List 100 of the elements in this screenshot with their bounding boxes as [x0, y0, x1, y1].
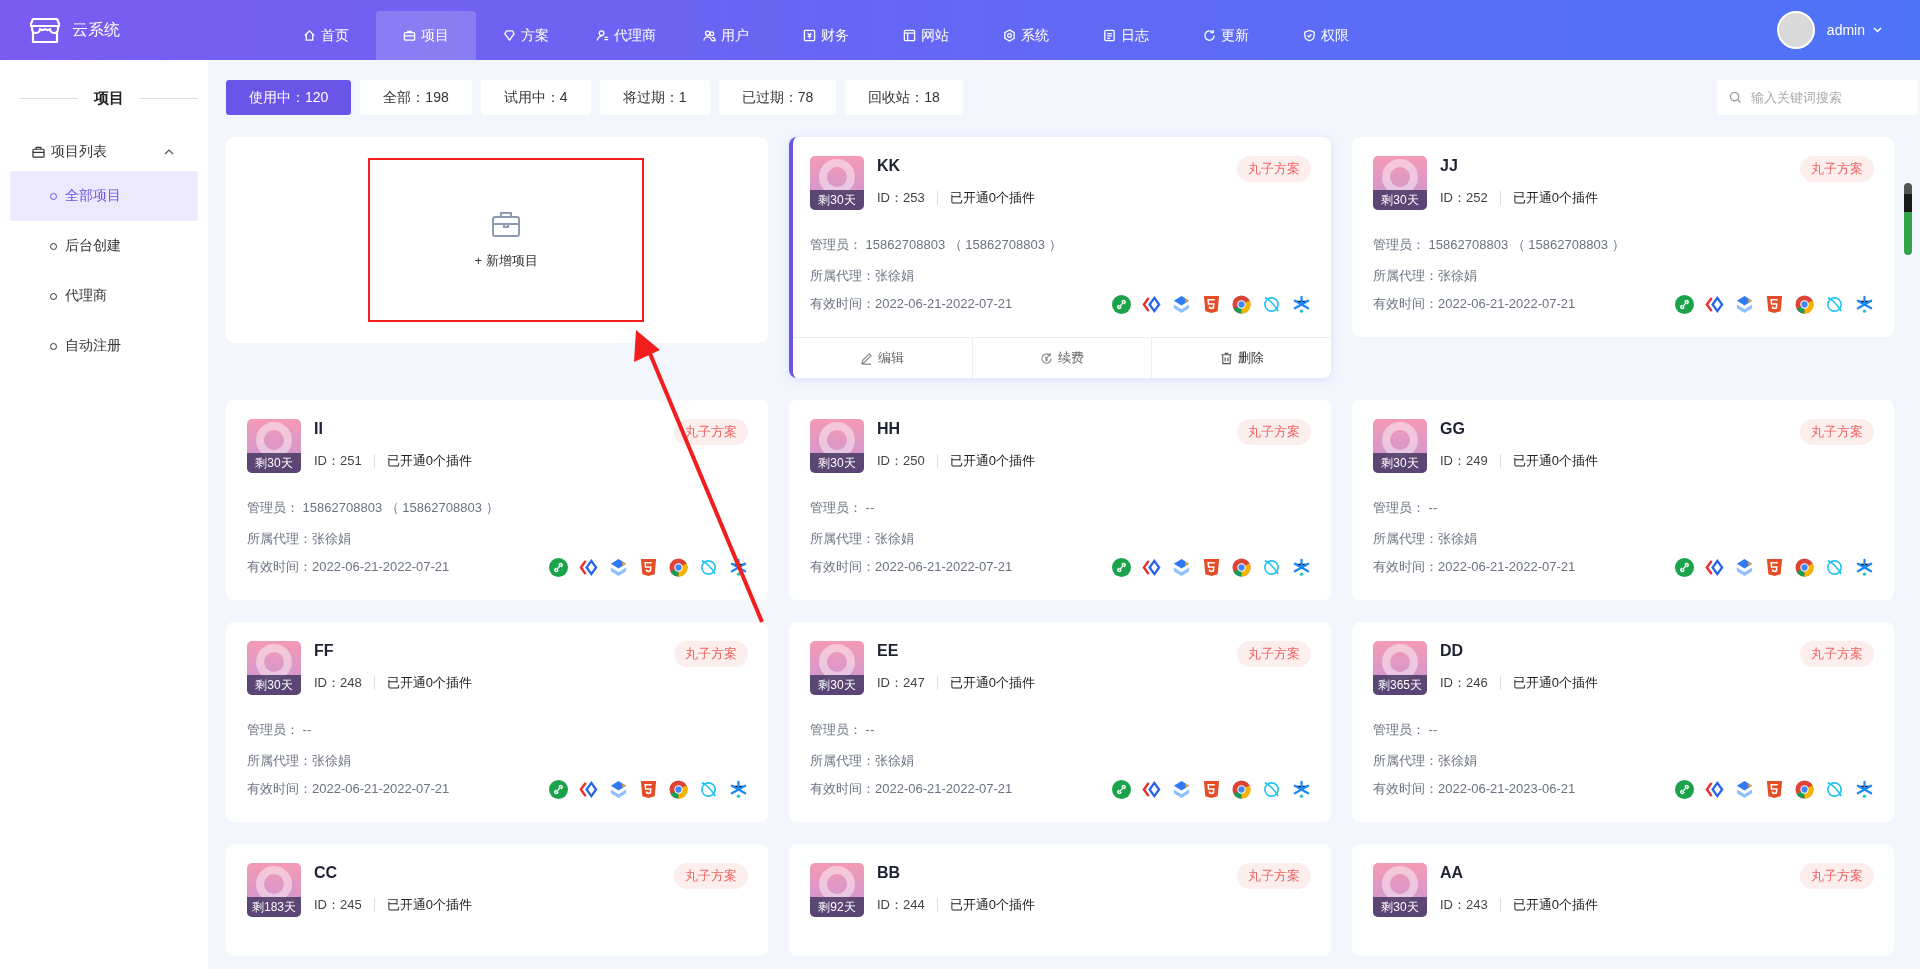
nav-tab[interactable]: 日志 [1076, 11, 1176, 60]
sidebar-item[interactable]: 后台创建 [10, 221, 198, 271]
nav-tab[interactable]: 网站 [876, 11, 976, 60]
planet-icon [1262, 557, 1281, 577]
valid-period: 有效时间：2022-06-21-2023-06-21 [1373, 780, 1576, 798]
card-action-button[interactable]: 编辑 [793, 338, 973, 378]
plugin-count: 已开通0个插件 [949, 674, 1035, 692]
user-card-icon [596, 29, 609, 42]
project-card[interactable]: 剩30天 KK ID：253 已开通0个插件 丸子方案 管理员： 15862708803 （ 15862708803 ） 所属代理：张徐娟 有效时间：2022-06-21-2022-07-21 编辑 续费 删除 [789, 137, 1331, 378]
planet-icon [699, 779, 718, 799]
add-project-card[interactable]: + 新增项目 [226, 137, 768, 343]
days-left-label: 剩92天 [810, 897, 864, 917]
plan-tag: 丸子方案 [1800, 641, 1874, 667]
nav-tab[interactable]: 更新 [1176, 11, 1276, 60]
code-icon [579, 779, 598, 799]
project-id: ID：245 [314, 896, 362, 914]
html-shield-icon [639, 557, 658, 577]
sidebar-item[interactable]: 代理商 [10, 271, 198, 321]
nav-tab[interactable]: 系统 [976, 11, 1076, 60]
plugin-count: 已开通0个插件 [949, 896, 1035, 914]
html-shield-icon [1202, 294, 1221, 314]
chevron-icon [164, 149, 174, 155]
planet-icon [1825, 557, 1844, 577]
project-card[interactable]: 剩183天 CC ID：245 已开通0个插件 丸子方案 [226, 844, 768, 956]
project-card[interactable]: 剩30天 GG ID：249 已开通0个插件 丸子方案 管理员： -- 所属代理：张徐娟 有效时间：2022-06-21-2022-07-21 [1352, 400, 1894, 600]
project-card[interactable]: 剩30天 JJ ID：252 已开通0个插件 丸子方案 管理员： 15862708803 （ 15862708803 ） 所属代理：张徐娟 有效时间：2022-06-21-2022-07-21 [1352, 137, 1894, 337]
admin-text: 管理员： -- [247, 720, 313, 739]
sidebar-item[interactable]: 全部项目 [10, 171, 198, 221]
admin-text: 管理员： -- [810, 720, 876, 739]
filter-tab[interactable]: 试用中：4 [480, 80, 591, 115]
user-avatar[interactable] [1776, 11, 1815, 49]
project-card[interactable]: 剩30天 FF ID：248 已开通0个插件 丸子方案 管理员： -- 所属代理：张徐娟 有效时间：2022-06-21-2022-07-21 [226, 622, 768, 822]
user-name[interactable]: admin [1826, 22, 1865, 38]
plan-tag: 丸子方案 [674, 641, 748, 667]
project-id: ID：252 [1440, 189, 1488, 207]
project-name: KK [877, 157, 902, 175]
planet-icon [1262, 294, 1281, 314]
agent-text: 所属代理：张徐娟 [810, 751, 915, 770]
days-left-label: 剩30天 [1373, 897, 1427, 917]
browser-icon [669, 779, 688, 799]
project-name: EE [877, 642, 900, 660]
sidebar-title: 项目 [94, 88, 124, 108]
plan-tag: 丸子方案 [1237, 419, 1311, 445]
search-field[interactable]: 输入关键词搜索 [1717, 80, 1917, 115]
browser-icon [669, 557, 688, 577]
layers-icon [1735, 779, 1754, 799]
project-card[interactable]: 剩30天 AA ID：243 已开通0个插件 丸子方案 [1352, 844, 1894, 956]
nav-tab[interactable]: 权限 [1276, 11, 1376, 60]
nav-tab[interactable]: 财务 [776, 11, 876, 60]
layers-icon [1735, 294, 1754, 314]
project-card[interactable]: 剩30天 HH ID：250 已开通0个插件 丸子方案 管理员： -- 所属代理：张徐娟 有效时间：2022-06-21-2022-07-21 [789, 400, 1331, 600]
nav-tab[interactable]: 代理商 [576, 11, 676, 60]
users-icon [703, 29, 716, 42]
days-left-label: 剩30天 [810, 453, 864, 473]
pencil-icon [860, 351, 874, 365]
browser-icon [1795, 294, 1814, 314]
admin-text: 管理员： 15862708803 （ 15862708803 ） [810, 235, 1063, 254]
browser-icon [1795, 557, 1814, 577]
project-card[interactable]: 剩30天 EE ID：247 已开通0个插件 丸子方案 管理员： -- 所属代理：张徐娟 有效时间：2022-06-21-2022-07-21 [789, 622, 1331, 822]
window-icon [903, 29, 916, 42]
filter-tab[interactable]: 已过期：78 [718, 80, 837, 115]
caret-icon[interactable] [1873, 27, 1882, 33]
html-shield-icon [639, 779, 658, 799]
asterisk-icon [1855, 294, 1874, 314]
link-icon [549, 779, 568, 799]
sidebar-item[interactable]: 自动注册 [10, 321, 198, 371]
code-icon [1142, 294, 1161, 314]
admin-text: 管理员： -- [1373, 498, 1439, 517]
briefcase-icon [32, 146, 45, 158]
nav-tab[interactable]: 首页 [276, 11, 376, 60]
browser-icon [1795, 779, 1814, 799]
filter-tab[interactable]: 回收站：18 [845, 80, 963, 115]
nav-tab[interactable]: 方案 [476, 11, 576, 60]
plugin-count: 已开通0个插件 [1512, 674, 1598, 692]
days-left-label: 剩30天 [810, 675, 864, 695]
valid-period: 有效时间：2022-06-21-2022-07-21 [1373, 295, 1576, 313]
project-id: ID：243 [1440, 896, 1488, 914]
project-card[interactable]: 剩365天 DD ID：246 已开通0个插件 丸子方案 管理员： -- 所属代理：张徐娟 有效时间：2022-06-21-2023-06-21 [1352, 622, 1894, 822]
project-name: II [314, 420, 324, 438]
code-icon [1142, 557, 1161, 577]
project-card[interactable]: 剩92天 BB ID：244 已开通0个插件 丸子方案 [789, 844, 1331, 956]
days-left-label: 剩365天 [1373, 675, 1427, 695]
valid-period: 有效时间：2022-06-21-2022-07-21 [810, 295, 1013, 313]
filter-tab[interactable]: 将过期：1 [599, 80, 710, 115]
nav-tab[interactable]: 用户 [676, 11, 776, 60]
search-icon [1729, 91, 1742, 104]
filter-tab[interactable]: 使用中：120 [226, 80, 352, 115]
link-icon [1112, 779, 1131, 799]
card-action-button[interactable]: 删除 [1152, 338, 1331, 378]
code-icon [1705, 779, 1724, 799]
agent-text: 所属代理：张徐娟 [247, 751, 352, 770]
project-card[interactable]: 剩30天 II ID：251 已开通0个插件 丸子方案 管理员： 15862708803 （ 15862708803 ） 所属代理：张徐娟 有效时间：2022-06-21-2022-07-21 [226, 400, 768, 600]
asterisk-icon [1292, 557, 1311, 577]
menu-group[interactable]: 项目列表 [10, 133, 198, 171]
filter-tab[interactable]: 全部：198 [360, 80, 472, 115]
add-project-label[interactable]: + 新增项目 [474, 252, 538, 270]
card-action-button[interactable]: 续费 [972, 338, 1153, 378]
plan-tag: 丸子方案 [674, 419, 748, 445]
scrollbar[interactable] [1904, 183, 1912, 255]
plan-tag: 丸子方案 [1237, 863, 1311, 889]
